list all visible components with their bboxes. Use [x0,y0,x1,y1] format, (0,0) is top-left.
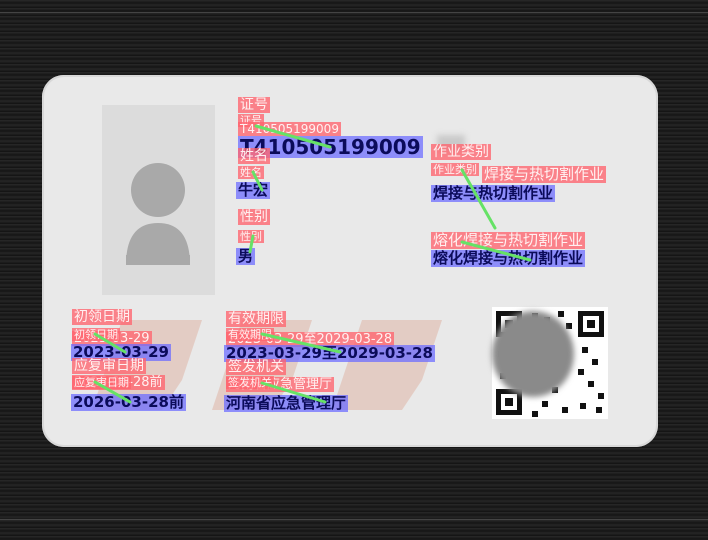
id-label: 证号 [238,97,270,113]
gender-value: 男 [236,247,256,265]
issuer-label-small: 签发机关 [226,376,274,389]
operation-project-value: 熔化焊接与热切割作业 [431,249,586,267]
id-faint-text: T410505199009 [238,122,341,136]
review-date-label-small: 应复审日期 [72,376,131,389]
gender-label-small: 性别 [238,230,264,243]
review-date-label: 应复审日期 [72,358,146,374]
job-category-label-small: 作业类别 [431,163,479,176]
first-issue-label-small: 初领日期 [72,328,120,341]
validity-label-small: 有效期限 [226,328,274,341]
qr-redaction-blur [492,311,574,397]
portrait-photo [102,105,215,295]
name-value: 牛宏 [236,181,271,199]
first-issue-label: 初领日期 [72,309,132,325]
operation-project-faint: 熔化焊接与热切割作业 [431,231,586,249]
issuer-label: 签发机关 [226,359,286,375]
job-category-faint: 焊接与热切割作业 [482,165,607,183]
validity-label: 有效期限 [226,311,286,327]
job-category-value: 焊接与热切割作业 [431,184,556,202]
gender-label: 性别 [238,209,270,225]
issuer-value: 河南省应急管理厅 [224,394,349,412]
name-label: 姓名 [238,148,270,164]
name-label-small: 姓名 [238,166,264,179]
person-silhouette-icon [126,163,190,265]
review-date-value: 2026-03-28前 [71,393,186,411]
job-category-label: 作业类别 [431,144,491,160]
